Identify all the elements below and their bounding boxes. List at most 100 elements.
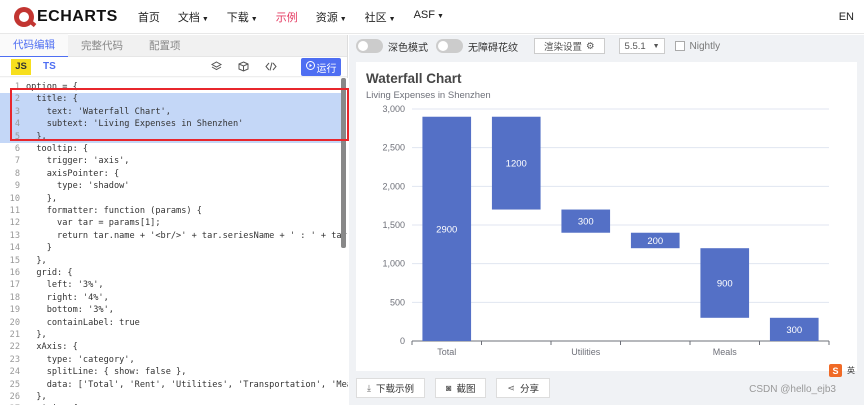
- bar-value-label: 200: [647, 236, 663, 247]
- screenshot-label: 截图: [456, 384, 476, 395]
- nav-item[interactable]: 首页: [138, 9, 160, 25]
- cube-icon[interactable]: [238, 61, 249, 75]
- code-text: tooltip: {: [26, 144, 89, 154]
- line-number: 22: [9, 342, 20, 353]
- nav-item[interactable]: ASF ▼: [414, 9, 444, 25]
- code-line: 9 type: 'shadow': [0, 180, 342, 192]
- y-tick-label: 1,500: [382, 220, 405, 230]
- camera-icon: ◙: [446, 383, 452, 393]
- line-number: 14: [9, 243, 20, 254]
- chart-container[interactable]: Waterfall Chart Living Expenses in Shenzh…: [356, 62, 857, 371]
- code-text: var tar = params[1];: [26, 218, 161, 229]
- code-line: 22 xAxis: {: [0, 341, 342, 353]
- code-text: xAxis: {: [26, 342, 78, 353]
- code-text: splitLine: { show: false },: [26, 367, 187, 378]
- options-bar: 深色模式 无障碍花纹 渲染设置 ⚙ 5.5.1 ▼ Nightly: [349, 35, 864, 57]
- x-category-label: Utilities: [571, 347, 601, 357]
- x-category-label: Meals: [713, 347, 738, 357]
- code-text: bottom: '3%',: [26, 305, 114, 316]
- line-number: 26: [9, 392, 20, 402]
- ime-mode: 英: [847, 366, 855, 375]
- code-text: },: [26, 193, 58, 204]
- code-line: 24 splitLine: { show: false },: [0, 366, 342, 378]
- code-line: 21 },: [0, 329, 342, 341]
- dark-mode-toggle[interactable]: [356, 39, 383, 53]
- version-select[interactable]: 5.5.1 ▼: [618, 38, 665, 54]
- code-line: 26 },: [0, 391, 342, 403]
- code-text: grid: {: [26, 268, 73, 278]
- nav-item[interactable]: 下载 ▼: [227, 9, 258, 25]
- echarts-logo-icon: [14, 6, 34, 27]
- nav-item[interactable]: 文档 ▼: [178, 9, 209, 25]
- y-tick-label: 500: [390, 297, 405, 307]
- code-icon[interactable]: [265, 61, 277, 75]
- line-number: 17: [9, 280, 20, 291]
- caret-down-icon: ▼: [339, 15, 347, 23]
- code-text: }: [26, 243, 52, 254]
- lang-ts-button[interactable]: TS: [43, 61, 56, 72]
- y-tick-label: 3,000: [382, 104, 405, 114]
- bar-value-label: 2900: [436, 224, 457, 235]
- code-line: 8 axisPointer: {: [0, 168, 342, 180]
- tab-full-code[interactable]: 完整代码: [68, 35, 136, 57]
- tab-options[interactable]: 配置项: [136, 35, 194, 57]
- line-number: 19: [9, 305, 20, 316]
- nav-item[interactable]: 示例: [276, 9, 298, 25]
- y-tick-label: 0: [400, 336, 405, 346]
- nav-item[interactable]: 资源 ▼: [316, 9, 347, 25]
- preview-panel: 深色模式 无障碍花纹 渲染设置 ⚙ 5.5.1 ▼ Nightly Waterf…: [349, 35, 864, 405]
- gear-icon: ⚙: [586, 40, 595, 52]
- nightly-label: Nightly: [689, 40, 721, 52]
- code-text: left: '3%',: [26, 280, 104, 291]
- code-text: type: 'shadow': [26, 181, 130, 192]
- tab-code-edit[interactable]: 代码编辑: [0, 33, 68, 58]
- run-button[interactable]: 运行: [301, 58, 341, 76]
- chart-subtitle: Living Expenses in Shenzhen: [366, 90, 491, 101]
- code-text: data: ['Total', 'Rent', 'Utilities', 'Tr…: [26, 379, 348, 390]
- logo-text: ECHARTS: [37, 7, 118, 25]
- watermark: CSDN @hello_ejb3: [749, 384, 836, 395]
- echarts-logo[interactable]: ECHARTS: [14, 6, 118, 27]
- nav-item-label: ASF: [413, 8, 435, 21]
- nightly-checkbox[interactable]: [674, 41, 685, 51]
- screenshot-button[interactable]: ◙ 截图: [435, 378, 487, 398]
- code-text: type: 'category',: [26, 354, 135, 365]
- sogou-icon: S: [829, 364, 842, 377]
- render-settings-button[interactable]: 渲染设置 ⚙: [534, 38, 605, 54]
- caret-down-icon: ▼: [388, 15, 396, 23]
- share-label: 分享: [520, 384, 540, 395]
- code-text: axisPointer: {: [26, 168, 120, 179]
- download-label: 下载示例: [375, 384, 414, 395]
- editor-toolbar: JS TS 运行: [0, 57, 347, 77]
- code-text: },: [26, 330, 47, 340]
- nav-item-label: 下载: [226, 11, 249, 24]
- code-text: right: '4%',: [26, 292, 109, 303]
- line-number: 6: [14, 144, 20, 154]
- y-tick-label: 2,000: [382, 181, 405, 191]
- nav-item-label: 示例: [275, 11, 298, 24]
- nav-item-label: 首页: [137, 11, 160, 24]
- line-number: 8: [14, 168, 20, 179]
- code-line: 12 var tar = params[1];: [0, 217, 342, 229]
- a11y-toggle[interactable]: [436, 39, 463, 53]
- code-line: 14 }: [0, 242, 342, 254]
- download-icon: ⤓: [367, 382, 371, 393]
- ime-toolbar[interactable]: S 英: [829, 364, 855, 377]
- line-number: 13: [9, 230, 20, 241]
- lang-js-button[interactable]: JS: [11, 58, 31, 75]
- bar-value-label: 300: [578, 217, 594, 228]
- format-icon[interactable]: [210, 61, 223, 75]
- line-number: 10: [9, 193, 20, 204]
- download-example-button[interactable]: ⤓ 下载示例: [356, 378, 425, 398]
- nav-item-label: 社区: [364, 11, 387, 24]
- code-line: 17 left: '3%',: [0, 279, 342, 291]
- line-number: 24: [9, 367, 20, 378]
- nav-item[interactable]: 社区 ▼: [365, 9, 396, 25]
- code-text: return tar.name + '<br/>' + tar.seriesNa…: [26, 230, 348, 241]
- preview-actions: ⤓ 下载示例 ◙ 截图 ⋖ 分享: [356, 378, 551, 398]
- code-text: },: [26, 255, 47, 266]
- code-line: 23 type: 'category',: [0, 354, 342, 366]
- language-switch[interactable]: EN: [839, 11, 854, 23]
- share-button[interactable]: ⋖ 分享: [496, 378, 551, 398]
- dark-mode-label: 深色模式: [388, 42, 428, 54]
